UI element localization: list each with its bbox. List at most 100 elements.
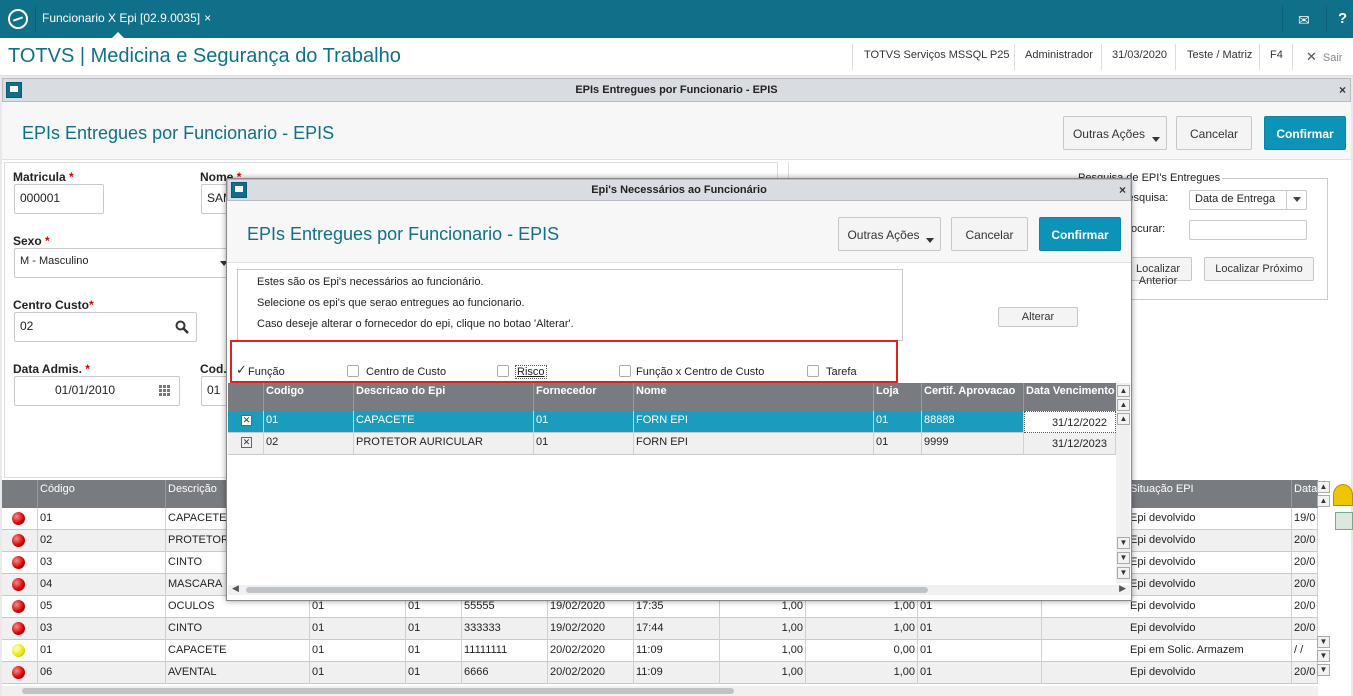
selected-checkbox-icon[interactable]: ✕ bbox=[241, 437, 252, 448]
info-message-box: Estes são os Epi's necessários ao funcio… bbox=[237, 269, 903, 341]
table-row[interactable]: ✕ 02 PROTETOR AURICULAR 01 FORN EPI 01 9999 31/… bbox=[228, 433, 1116, 455]
table-cell: Epi devolvido bbox=[1128, 530, 1292, 552]
scroll-down-icon[interactable]: ▼ bbox=[1317, 636, 1330, 648]
confirm-button[interactable]: Confirmar bbox=[1264, 116, 1346, 150]
grid-header-situacao[interactable]: Situação EPI bbox=[1128, 480, 1292, 508]
select-cell[interactable]: ✕ bbox=[228, 433, 264, 455]
table-cell: 11111111 bbox=[462, 640, 548, 662]
horizontal-scrollbar[interactable] bbox=[2, 686, 1318, 696]
scroll-page-down-icon[interactable]: ▼ bbox=[1317, 650, 1330, 662]
table-cell: 01 bbox=[406, 662, 462, 684]
dialog-title: Epi's Necessários ao Funcionário bbox=[591, 184, 767, 196]
scroll-bottom-icon[interactable]: ▼ bbox=[1317, 664, 1330, 676]
filter-checkbox[interactable] bbox=[347, 365, 359, 377]
horizontal-scrollbar[interactable]: ◀ ▶ bbox=[228, 583, 1130, 595]
filter-label[interactable]: Função bbox=[248, 366, 285, 378]
close-icon[interactable]: × bbox=[1339, 79, 1346, 101]
sexo-select[interactable]: M - Masculino bbox=[14, 248, 234, 278]
filter-checkbox[interactable] bbox=[619, 365, 631, 377]
scroll-page-up-icon[interactable]: ▲ bbox=[1317, 495, 1330, 507]
close-icon[interactable]: × bbox=[1119, 180, 1126, 200]
scroll-down-icon[interactable]: ▼ bbox=[1117, 537, 1130, 549]
find-previous-button[interactable]: Localizar Anterior bbox=[1124, 257, 1192, 287]
document-icon[interactable] bbox=[1335, 512, 1353, 530]
table-cell: 01 bbox=[38, 640, 166, 662]
table-cell: 11:09 bbox=[634, 640, 720, 662]
grid-header-vencimento[interactable]: Data Vencimento bbox=[1024, 383, 1116, 411]
filter-label[interactable]: Risco bbox=[515, 365, 547, 379]
chevron-down-icon[interactable] bbox=[1286, 191, 1306, 209]
scroll-right-icon[interactable]: ▶ bbox=[1119, 583, 1126, 594]
other-actions-button[interactable]: Outras Ações bbox=[1063, 116, 1167, 150]
scroll-page-up-icon[interactable]: ▲ bbox=[1117, 399, 1130, 411]
data-admis-field[interactable]: 01/01/2010 bbox=[14, 376, 180, 406]
filter-checkbox[interactable] bbox=[807, 365, 819, 377]
table-cell: Epi em Solic. Armazem bbox=[1128, 640, 1292, 662]
cancel-button[interactable]: Cancelar bbox=[1176, 116, 1252, 150]
scroll-left-icon[interactable]: ◀ bbox=[232, 583, 239, 594]
search-icon[interactable] bbox=[175, 320, 189, 334]
table-cell: 0,00 bbox=[806, 640, 918, 662]
confirm-button[interactable]: Confirmar bbox=[1039, 217, 1121, 251]
scroll-page-down-icon[interactable]: ▼ bbox=[1117, 552, 1130, 564]
envelope-icon[interactable]: ✉ bbox=[1298, 12, 1310, 29]
table-cell: 03 bbox=[38, 552, 166, 574]
tab-close-icon[interactable]: × bbox=[204, 11, 211, 25]
divider bbox=[1014, 44, 1015, 70]
scroll-top-icon[interactable]: ▲ bbox=[1117, 385, 1130, 397]
cancel-button[interactable]: Cancelar bbox=[951, 217, 1028, 251]
grid-header-descricao[interactable]: Descricao do Epi bbox=[354, 383, 534, 411]
selected-checkbox-icon[interactable]: ✕ bbox=[241, 415, 252, 426]
grid-header-data[interactable]: Data bbox=[1292, 480, 1318, 508]
table-cell: 19/02/2020 bbox=[548, 618, 634, 640]
centro-custo-field[interactable]: 02 bbox=[14, 312, 197, 342]
pesquisa-select[interactable]: Data de Entrega bbox=[1189, 190, 1307, 210]
scroll-bottom-icon[interactable]: ▼ bbox=[1117, 567, 1130, 579]
date-info[interactable]: 31/03/2020 bbox=[1112, 49, 1167, 61]
exit-button[interactable]: ✕ Sair bbox=[1306, 49, 1342, 65]
grid-header-loja[interactable]: Loja bbox=[874, 383, 922, 411]
table-row[interactable]: 03 CINTO 01 01 333333 19/02/2020 17:44 1,00 1,00… bbox=[2, 618, 1318, 640]
company-info[interactable]: Teste / Matriz bbox=[1187, 49, 1252, 61]
window-icon bbox=[6, 82, 22, 98]
chevron-down-icon bbox=[926, 238, 934, 243]
key-info[interactable]: F4 bbox=[1270, 49, 1283, 61]
other-actions-button[interactable]: Outras Ações bbox=[838, 217, 941, 251]
page-title: EPIs Entregues por Funcionario - EPIS bbox=[22, 123, 335, 143]
table-row[interactable]: 01 CAPACETE 01 01 11111111 20/02/2020 11:09 1,0… bbox=[2, 640, 1318, 662]
filter-label[interactable]: Centro de Custo bbox=[366, 366, 446, 378]
filter-checkbox[interactable]: ✓ bbox=[236, 362, 248, 377]
table-row[interactable]: ✕ 01 CAPACETE 01 FORN EPI 01 88888 31/12/2022 bbox=[228, 411, 1116, 433]
grid-header-codigo[interactable]: Codigo bbox=[264, 383, 354, 411]
status-cell bbox=[2, 662, 38, 684]
table-cell: 04 bbox=[38, 574, 166, 596]
scroll-up-icon[interactable]: ▲ bbox=[1117, 413, 1130, 425]
filter-label[interactable]: Função x Centro de Custo bbox=[636, 366, 764, 378]
helmet-icon[interactable] bbox=[1333, 484, 1353, 506]
table-cell: 31/12/2022 bbox=[1024, 411, 1116, 433]
procurar-field[interactable] bbox=[1189, 220, 1307, 240]
epi-necessarios-dialog: Epi's Necessários ao Funcionário × EPIs … bbox=[226, 178, 1132, 601]
filter-label[interactable]: Tarefa bbox=[826, 366, 857, 378]
table-row[interactable]: 06 AVENTAL 01 01 6666 20/02/2020 11:09 1,00 1,00… bbox=[2, 662, 1318, 684]
totvs-logo-icon[interactable] bbox=[8, 9, 28, 29]
grid-header-fornecedor[interactable]: Fornecedor bbox=[534, 383, 634, 411]
sexo-label: Sexo * bbox=[13, 234, 50, 248]
scroll-top-icon[interactable]: ▲ bbox=[1317, 481, 1330, 493]
table-cell: 01 bbox=[406, 618, 462, 640]
grid-header-nome[interactable]: Nome bbox=[634, 383, 874, 411]
grid-header-certif[interactable]: Certif. Aprovacao bbox=[922, 383, 1024, 411]
select-cell[interactable]: ✕ bbox=[228, 411, 264, 433]
chevron-down-icon bbox=[1152, 137, 1160, 142]
alterar-button[interactable]: Alterar bbox=[998, 307, 1078, 327]
calendar-icon[interactable] bbox=[159, 385, 173, 397]
status-cell bbox=[2, 618, 38, 640]
grid-header-codigo[interactable]: Código bbox=[38, 480, 166, 508]
filter-checkbox[interactable] bbox=[497, 365, 509, 377]
matricula-field[interactable]: 000001 bbox=[14, 184, 104, 214]
help-icon[interactable]: ? bbox=[1338, 10, 1347, 27]
tab-funcionario-epi[interactable]: Funcionario X Epi [02.9.0035] × bbox=[36, 4, 217, 34]
table-cell: 17:44 bbox=[634, 618, 720, 640]
find-next-button[interactable]: Localizar Próximo bbox=[1204, 257, 1314, 281]
user-info[interactable]: Administrador bbox=[1025, 49, 1093, 61]
